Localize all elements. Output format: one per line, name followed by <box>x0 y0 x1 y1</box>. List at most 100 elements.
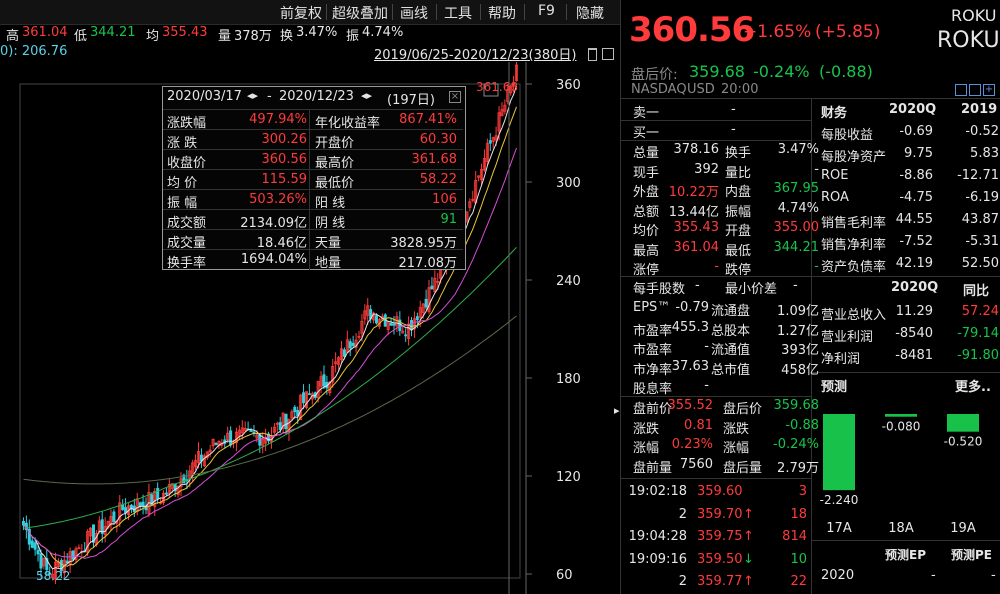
quote-value: 361.04 <box>673 239 720 255</box>
popup-row: 振 幅 503.26% 阳 线 106 <box>163 189 463 211</box>
forecast-bar <box>885 414 917 417</box>
tick-time: 2 <box>678 574 687 589</box>
amp-label: 振 <box>346 29 360 44</box>
fund-label: 总市值 <box>711 362 751 378</box>
forecast-pe-header: 预测PE <box>951 548 992 562</box>
after-hours-price: 359.68 <box>689 62 745 81</box>
popup-row: 涨跌幅 497.94% 年化收益率 867.41% <box>163 109 463 131</box>
fund-value: -0.79 <box>675 300 709 315</box>
fund-value: - <box>704 378 709 393</box>
grid-icon[interactable] <box>602 48 614 60</box>
after-hours-label: 盘后价: <box>631 67 678 83</box>
forecast-value-label: -0.520 <box>944 435 983 449</box>
ma120-line <box>23 315 517 485</box>
quote-label: 换手 <box>725 146 752 161</box>
popup-value: 497.94% <box>249 112 307 127</box>
candle-body <box>36 549 40 555</box>
y-tick-label: 60 <box>556 568 573 583</box>
popup-row: 收盘价 360.56 最高价 361.68 <box>163 149 463 171</box>
menu-hide[interactable]: 隐藏 <box>576 3 604 23</box>
finance-metric: ROE <box>821 168 849 183</box>
ext-label: 盘前价 <box>633 402 673 417</box>
ext-label: 盘前量 <box>633 460 673 476</box>
income-metric: 净利润 <box>821 352 861 367</box>
income-row: 营业利润 -8540 -79.14 <box>821 324 999 346</box>
popup-value: 58.22 <box>419 172 457 187</box>
tick-time: 19:04:28 <box>628 529 687 544</box>
popup-row: 成交量 18.46亿 天量 3828.95万 <box>163 229 463 251</box>
quote-label: 最高 <box>633 243 660 259</box>
add-icon[interactable]: + <box>983 84 995 96</box>
tick-arrow-icon: ↑ <box>743 529 754 544</box>
menu-draw[interactable]: 画线 <box>400 3 428 23</box>
quote-label: 总量 <box>633 146 660 161</box>
avg-value: 355.43 <box>162 25 208 40</box>
popup-value: 106 <box>432 192 457 207</box>
ext-value: 355.52 <box>667 398 714 413</box>
quote-value: 10.22万 <box>668 185 719 200</box>
menu-overlay[interactable]: 超级叠加 <box>332 3 388 23</box>
quote-value: - <box>814 161 819 177</box>
finance-value: -12.71 <box>957 168 999 183</box>
collapse-arrow-icon[interactable]: ▸ <box>614 404 620 417</box>
quote-value: - <box>714 259 719 274</box>
income-row: 营业总收入 11.29 57.24 <box>821 302 999 324</box>
popup-days: (197日) <box>387 93 435 108</box>
menu-f9[interactable]: F9 <box>538 3 555 19</box>
finance-value: -4.75 <box>899 190 933 205</box>
menu-help[interactable]: 帮助 <box>488 3 516 23</box>
candle-body <box>33 542 37 550</box>
candle-body <box>302 392 306 404</box>
finance-metric: 销售毛利率 <box>821 216 887 231</box>
ext-label: 盘后价 <box>723 402 763 417</box>
popup-value: 60.30 <box>419 132 457 147</box>
candle-body <box>307 393 311 396</box>
edit-icon[interactable] <box>955 84 967 96</box>
quote-value: 378.16 <box>673 142 720 157</box>
more-link[interactable]: 更多.. <box>955 376 991 395</box>
lock-icon[interactable] <box>588 48 597 61</box>
menu-adjust[interactable]: 前复权 <box>280 3 322 23</box>
candle-body <box>404 334 408 337</box>
income-yoy: 57.24 <box>961 304 999 319</box>
quote-label: 现手 <box>633 165 660 181</box>
popup-dash: - <box>267 89 272 104</box>
menu-tools[interactable]: 工具 <box>444 3 472 23</box>
close-icon[interactable]: × <box>449 91 461 103</box>
finance-row: 销售净利率 -7.52 -5.31 <box>821 232 999 254</box>
candle-body <box>156 487 160 500</box>
fund-value: 1.27亿 <box>777 323 819 339</box>
candle-body <box>410 320 414 331</box>
tick-row: 19:02:18 359.60 3 <box>629 482 813 504</box>
finance-value: -5.31 <box>965 234 999 249</box>
tick-row: 19:09:16 359.50 ↓ 10 <box>629 550 813 572</box>
quote-value: 392 <box>694 161 719 177</box>
quote-panel: 360.56 +1.65% (+5.85) ROKU ROKU 盘后价: 359… <box>620 0 1000 594</box>
fund-label: 流通值 <box>711 343 751 358</box>
date-arrows-icon[interactable]: ◂▸ <box>247 89 258 102</box>
low-value: 344.21 <box>90 25 136 40</box>
tick-time: 2 <box>678 506 687 522</box>
tick-row: 2 359.77 ↑ 22 <box>633 572 813 594</box>
candle-body <box>121 504 125 510</box>
income-value: -8481 <box>895 348 933 363</box>
switch-icon[interactable] <box>969 84 981 96</box>
bid1-value: - <box>731 122 736 137</box>
popup-start-date: 2020/03/17 <box>167 89 242 104</box>
forecast-year-label: 19A <box>950 521 976 536</box>
quote-value: 13.44亿 <box>668 204 719 220</box>
tick-price: 359.70 <box>697 506 743 522</box>
finance-value: 9.75 <box>904 146 933 161</box>
finance-value: -6.19 <box>965 190 999 205</box>
high-value: 361.04 <box>22 25 68 40</box>
finance-metric: ROA <box>821 190 849 205</box>
quote-label: 内盘 <box>725 185 752 200</box>
y-tick-label: 120 <box>556 470 581 485</box>
ext-value: 2.79万 <box>777 460 819 476</box>
min-tick-label: 最小价差 <box>725 282 778 297</box>
candle-body <box>415 316 419 321</box>
date-arrows-icon[interactable]: ◂▸ <box>361 89 372 102</box>
tick-volume: 22 <box>790 574 807 589</box>
candle-body <box>430 285 434 290</box>
popup-value: 300.26 <box>261 132 308 147</box>
